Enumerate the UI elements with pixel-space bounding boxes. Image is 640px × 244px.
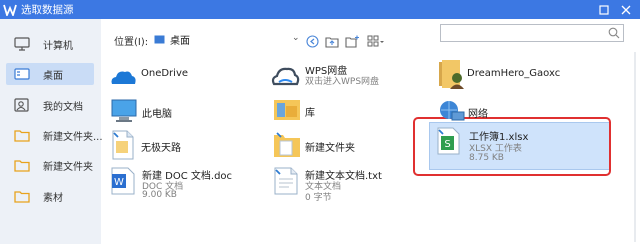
wps-logo-icon <box>1 0 19 19</box>
location-dropdown[interactable]: 桌面 ⌄ <box>152 31 300 47</box>
file-name: 新建文件夹 <box>305 143 355 154</box>
text-file-icon <box>274 167 298 195</box>
cloud-icon <box>111 71 136 84</box>
sidebar-item-new-folder-2[interactable]: 新建文件夹 <box>6 154 94 176</box>
file-name: 无极天路 <box>141 143 181 154</box>
shortcut-file-icon <box>112 130 134 160</box>
sidebar-item-computer[interactable]: 计算机 <box>6 33 94 55</box>
sidebar-item-label: 新建文件夹 <box>43 161 93 173</box>
title-bar: 选取数据源 <box>0 0 640 19</box>
file-size: 0 字节 <box>305 193 332 203</box>
cloud-icon <box>271 67 300 86</box>
computer-icon <box>14 36 30 52</box>
file-name: 网络 <box>468 109 488 120</box>
new-folder-icon <box>345 35 359 48</box>
sidebar-item-new-folder-1[interactable]: 新建文件夹... <box>6 124 103 146</box>
chevron-down-icon: ⌄ <box>292 33 300 43</box>
excel-file-icon: S <box>437 127 460 155</box>
new-folder-button[interactable] <box>345 34 359 48</box>
folder-icon <box>14 157 30 173</box>
desktop-icon <box>14 66 30 82</box>
file-name: DreamHero_Gaoxc <box>467 68 561 79</box>
file-size: 9.00 KB <box>142 190 177 200</box>
up-folder-icon <box>325 36 339 48</box>
svg-text:S: S <box>444 139 450 150</box>
word-file-icon: W <box>111 167 135 195</box>
file-subtitle: 双击进入WPS网盘 <box>305 77 380 87</box>
sidebar: 计算机 桌面 我的文档 新建文件夹... 新建文件夹 素材 <box>0 19 103 244</box>
file-name: 此电脑 <box>142 109 172 120</box>
search-input[interactable] <box>445 26 609 42</box>
folder-icon <box>14 188 30 204</box>
sidebar-item-desktop[interactable]: 桌面 <box>6 63 94 85</box>
folder-icon <box>14 127 30 143</box>
svg-text:W: W <box>114 177 124 188</box>
desktop-icon <box>154 35 165 43</box>
search-field[interactable] <box>440 24 624 42</box>
up-folder-button[interactable] <box>325 34 339 48</box>
file-name: OneDrive <box>141 68 189 79</box>
maximize-button[interactable] <box>594 1 614 18</box>
search-icon[interactable] <box>608 27 620 39</box>
location-value: 桌面 <box>170 35 190 47</box>
maximize-icon <box>599 4 609 15</box>
sidebar-item-my-documents[interactable]: 我的文档 <box>6 94 94 116</box>
file-size: 8.75 KB <box>469 153 504 163</box>
documents-icon <box>14 97 30 113</box>
folder-icon <box>274 132 300 157</box>
close-button[interactable] <box>616 1 636 18</box>
grid-view-icon <box>367 35 384 47</box>
sidebar-item-label: 我的文档 <box>43 101 83 113</box>
sidebar-item-label: 桌面 <box>43 70 63 82</box>
location-label: 位置(I): <box>114 37 149 48</box>
file-name: 库 <box>305 108 315 119</box>
sidebar-item-label: 新建文件夹... <box>43 131 103 143</box>
window-title: 选取数据源 <box>21 4 74 16</box>
back-icon <box>305 34 319 48</box>
user-folder-icon <box>439 60 464 89</box>
back-button[interactable] <box>305 34 319 48</box>
sidebar-item-materials[interactable]: 素材 <box>6 185 94 207</box>
view-menu-button[interactable] <box>366 34 386 48</box>
sidebar-item-label: 素材 <box>43 192 63 204</box>
vertical-scrollbar[interactable] <box>632 52 638 242</box>
computer-icon <box>111 99 137 122</box>
sidebar-item-label: 计算机 <box>43 40 73 52</box>
library-icon <box>274 100 300 120</box>
close-icon <box>621 5 631 14</box>
